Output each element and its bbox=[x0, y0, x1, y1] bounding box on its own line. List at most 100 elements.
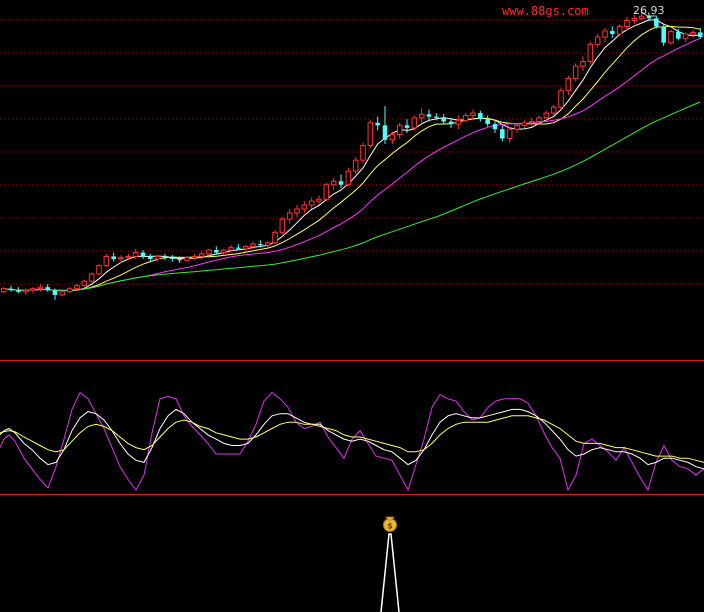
candle bbox=[272, 230, 278, 244]
candle bbox=[550, 104, 557, 116]
candle-body-down bbox=[338, 181, 344, 185]
candle bbox=[455, 115, 462, 130]
candle bbox=[382, 106, 388, 145]
candle bbox=[521, 120, 528, 128]
candle-body-down bbox=[485, 119, 490, 125]
candle bbox=[294, 205, 300, 218]
candle bbox=[214, 246, 219, 254]
watermark: www.88gs.com bbox=[502, 4, 589, 18]
candle-body-up bbox=[565, 77, 572, 92]
candle bbox=[81, 279, 88, 288]
candle-body-up bbox=[118, 257, 124, 260]
candle bbox=[418, 108, 425, 123]
candle-body-up bbox=[631, 17, 638, 22]
money-bag-symbol: $ bbox=[387, 522, 393, 531]
candle bbox=[103, 253, 110, 267]
candle bbox=[360, 142, 366, 164]
oscillator-panel[interactable] bbox=[0, 391, 704, 495]
candle bbox=[111, 252, 116, 262]
candle bbox=[30, 287, 36, 294]
candle-body-up bbox=[279, 218, 286, 233]
candle-body-up bbox=[88, 273, 95, 282]
candle bbox=[690, 30, 696, 38]
candle-body-down bbox=[661, 26, 666, 43]
candle bbox=[624, 16, 630, 31]
candle-body-down bbox=[258, 243, 263, 246]
candle-body-up bbox=[345, 170, 352, 186]
candle-body-down bbox=[448, 121, 454, 125]
candle-body-up bbox=[323, 184, 330, 200]
candle bbox=[37, 284, 44, 292]
candle-body-up bbox=[125, 255, 132, 259]
candle bbox=[506, 126, 513, 143]
candle bbox=[345, 167, 352, 187]
candle-body-up bbox=[74, 285, 80, 290]
candle bbox=[22, 288, 29, 295]
candle bbox=[330, 177, 337, 191]
candle bbox=[352, 157, 359, 175]
candle-body-down bbox=[426, 114, 432, 117]
stock-chart[interactable]: $ bbox=[0, 0, 704, 612]
candle bbox=[220, 248, 227, 256]
candle-body-down bbox=[698, 32, 703, 38]
signal-panel[interactable]: $ bbox=[380, 516, 400, 612]
candle bbox=[301, 201, 308, 213]
candle bbox=[682, 32, 689, 42]
candle-body-up bbox=[308, 200, 315, 206]
candle-body-down bbox=[170, 257, 175, 259]
candle-body-up bbox=[616, 25, 623, 35]
candle-body-down bbox=[434, 116, 439, 118]
candle bbox=[411, 115, 418, 131]
candle-body-up bbox=[624, 20, 630, 27]
candle-body-down bbox=[478, 113, 483, 120]
candle-body-down bbox=[500, 129, 505, 139]
candle bbox=[478, 110, 483, 122]
candle-body-up bbox=[602, 30, 608, 38]
candle-body-up bbox=[668, 31, 674, 44]
candle-body-up bbox=[30, 288, 36, 291]
candle-body-down bbox=[375, 122, 380, 126]
candle-body-up bbox=[396, 124, 403, 135]
candle-body-up bbox=[462, 114, 469, 121]
candle-body-up bbox=[543, 112, 550, 119]
candle bbox=[572, 63, 579, 82]
candle-body-up bbox=[242, 245, 249, 250]
candle-body-up bbox=[66, 288, 73, 293]
candle bbox=[389, 131, 396, 145]
candle bbox=[264, 241, 271, 248]
candle bbox=[286, 208, 293, 224]
candle bbox=[170, 255, 175, 262]
candle-body-up bbox=[286, 212, 293, 220]
candle bbox=[16, 287, 21, 294]
candle-body-up bbox=[228, 247, 234, 251]
candle-body-up bbox=[367, 122, 374, 146]
candle-body-up bbox=[580, 61, 586, 67]
candle-body-down bbox=[52, 290, 58, 295]
candle bbox=[594, 33, 601, 48]
candle-body-up bbox=[198, 253, 205, 257]
money-bag-icon: $ bbox=[383, 516, 397, 532]
candle bbox=[308, 197, 315, 209]
candle bbox=[514, 122, 520, 134]
candle-body-up bbox=[521, 122, 528, 126]
candle bbox=[148, 253, 153, 262]
candle bbox=[587, 41, 594, 65]
candle bbox=[485, 115, 490, 127]
candle-body-up bbox=[352, 159, 359, 172]
candle bbox=[88, 272, 95, 283]
candle-body-up bbox=[587, 43, 594, 63]
candle-body-up bbox=[514, 124, 520, 130]
candle-body-up bbox=[558, 90, 564, 108]
candle bbox=[580, 56, 586, 71]
candle-body-up bbox=[470, 112, 476, 116]
candle-body-up bbox=[506, 128, 513, 139]
candle bbox=[279, 217, 286, 235]
candle bbox=[500, 125, 505, 142]
price-panel[interactable] bbox=[0, 11, 704, 361]
candle-body-up bbox=[550, 106, 557, 114]
candle bbox=[616, 24, 623, 37]
candle-body-down bbox=[177, 258, 182, 261]
candle-body-down bbox=[610, 30, 615, 34]
candle bbox=[338, 174, 344, 189]
signal-spike bbox=[380, 533, 400, 612]
